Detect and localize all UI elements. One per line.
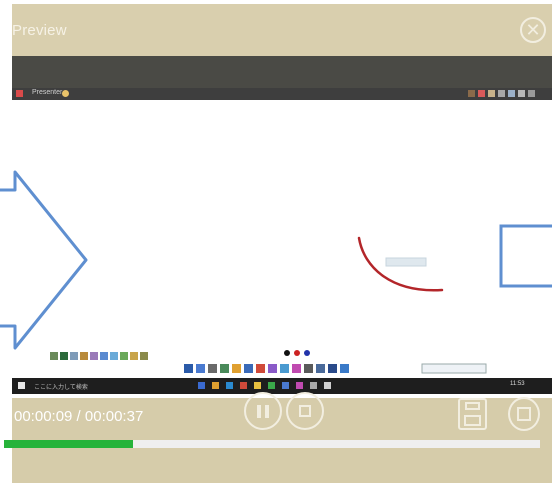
time-display: 00:00:09 / 00:00:37 bbox=[14, 408, 144, 425]
toolbar-icon bbox=[328, 364, 337, 373]
pause-icon bbox=[265, 405, 269, 418]
toolbar-icon bbox=[70, 352, 78, 360]
taskbar-app-icon bbox=[296, 382, 303, 389]
toolbar-icon bbox=[208, 364, 217, 373]
recorded-drawing-toolbar bbox=[50, 352, 148, 360]
taskbar-app-icon bbox=[324, 382, 331, 389]
toolbar-icon bbox=[120, 352, 128, 360]
progress-fill bbox=[4, 440, 133, 448]
color-dot-black bbox=[284, 350, 290, 356]
close-icon[interactable]: ✕ bbox=[520, 17, 546, 43]
save-button[interactable] bbox=[458, 398, 487, 430]
toolbar-icon bbox=[292, 364, 301, 373]
video-top-spacer bbox=[12, 56, 552, 88]
save-icon bbox=[465, 402, 480, 410]
taskbar-app-icon bbox=[198, 382, 205, 389]
taskbar-search: ここに入力して検索 bbox=[34, 385, 88, 391]
toolbar-icon bbox=[196, 364, 205, 373]
recorded-canvas bbox=[50, 236, 487, 374]
recorded-search-box bbox=[421, 363, 487, 374]
window-title: Preview bbox=[12, 22, 67, 39]
taskbar-app-icon bbox=[226, 382, 233, 389]
toolbar-icon bbox=[50, 352, 58, 360]
windows-start-icon bbox=[18, 382, 25, 389]
toolbar-icon bbox=[304, 364, 313, 373]
stop-button[interactable] bbox=[286, 392, 324, 430]
taskbar-app-icon bbox=[240, 382, 247, 389]
toolbar-icon bbox=[130, 352, 138, 360]
toolbar-icon bbox=[100, 352, 108, 360]
pause-button[interactable] bbox=[244, 392, 282, 430]
pause-icon bbox=[257, 405, 261, 418]
annotation-label-box bbox=[385, 257, 427, 267]
copy-button[interactable] bbox=[508, 397, 540, 431]
toolbar-icon bbox=[244, 364, 253, 373]
toolbar-icon bbox=[140, 352, 148, 360]
stop-icon bbox=[299, 405, 311, 417]
copy-icon bbox=[517, 407, 531, 421]
toolbar-icon bbox=[90, 352, 98, 360]
taskbar-clock: 11:53 bbox=[510, 381, 525, 387]
toolbar-icon bbox=[232, 364, 241, 373]
video-frame: Presenter ここに入力して検索 11:53 bbox=[12, 88, 552, 398]
toolbar-icon bbox=[110, 352, 118, 360]
toolbar-icon bbox=[268, 364, 277, 373]
title-bar: Preview ✕ bbox=[12, 4, 552, 56]
toolbar-icon bbox=[60, 352, 68, 360]
toolbar-icon bbox=[340, 364, 349, 373]
toolbar-icon bbox=[220, 364, 229, 373]
taskbar-app-icon bbox=[282, 382, 289, 389]
toolbar-icon bbox=[256, 364, 265, 373]
taskbar-app-icon bbox=[310, 382, 317, 389]
progress-bar[interactable] bbox=[4, 440, 540, 448]
toolbar-icon bbox=[280, 364, 289, 373]
toolbar-icon bbox=[80, 352, 88, 360]
save-icon-label bbox=[464, 415, 481, 426]
toolbar-icon bbox=[184, 364, 193, 373]
recorded-taskbar: ここに入力して検索 11:53 bbox=[12, 378, 552, 394]
color-dot-blue bbox=[304, 350, 310, 356]
taskbar-app-icon bbox=[212, 382, 219, 389]
recorded-tool-strip bbox=[184, 364, 349, 373]
toolbar-icon bbox=[316, 364, 325, 373]
color-dot-red bbox=[294, 350, 300, 356]
taskbar-app-icon bbox=[268, 382, 275, 389]
taskbar-app-icon bbox=[254, 382, 261, 389]
